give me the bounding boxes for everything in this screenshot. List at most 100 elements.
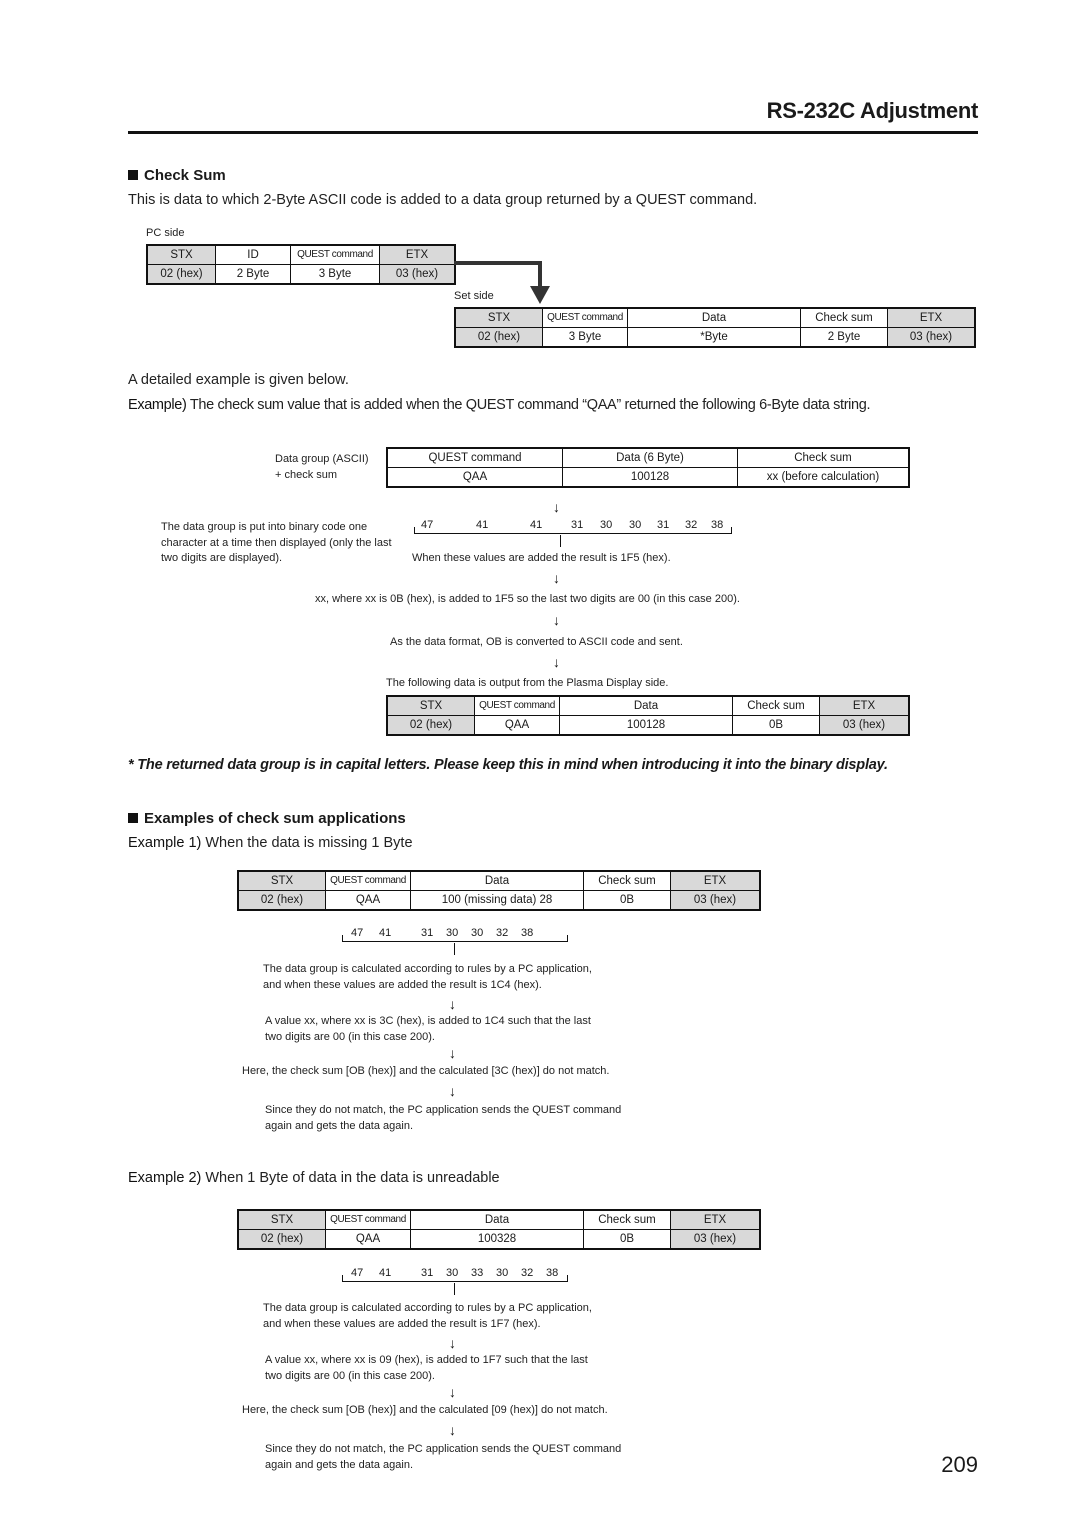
step-line: Since they do not match, the PC applicat… <box>265 1443 622 1455</box>
header-cell: Data <box>627 307 801 328</box>
example-1-step-1: A value xx, where xx is 3C (hex), is add… <box>265 1014 591 1045</box>
step-line: two digits are 00 (in this case 200). <box>265 1369 435 1382</box>
value-cell: xx (before calculation) <box>737 467 910 488</box>
hex-value: 31 <box>657 519 670 531</box>
brace-stem <box>560 535 561 547</box>
example-1-hex-values: 47 41 31 30 30 32 38 <box>342 927 570 949</box>
value-cell: 02 (hex) <box>237 890 326 911</box>
step-line: A value xx, where xx is 09 (hex), is add… <box>265 1354 588 1366</box>
example-2-step-3: Since they do not match, the PC applicat… <box>265 1442 621 1473</box>
arrow-down-icon: ↓ <box>449 1083 456 1099</box>
calc-line: The data group is calculated according t… <box>263 1302 592 1314</box>
value-cell: 03 (hex) <box>670 890 761 911</box>
step-line: Since they do not match, the PC applicat… <box>265 1104 622 1116</box>
value-cell: 02 (hex) <box>454 327 543 348</box>
section-heading-check-sum: Check Sum <box>128 167 226 184</box>
example-label: Example 1) <box>128 835 202 851</box>
header-cell: QUEST command <box>542 307 628 328</box>
example-title-text: When the data is missing 1 Byte <box>205 835 413 851</box>
arrow-down-icon: ↓ <box>449 996 456 1012</box>
brace-stem <box>454 943 455 955</box>
example-title-text: When 1 Byte of data in the data is unrea… <box>205 1170 500 1186</box>
bullet-square-icon <box>128 170 138 180</box>
header-cell: QUEST command <box>290 244 380 265</box>
example-1-table: STX QUEST command Data Check sum ETX 02 … <box>237 870 761 911</box>
hex-value: 41 <box>379 927 392 939</box>
header-cell: Data <box>410 1209 584 1230</box>
arrow-down-icon: ↓ <box>553 654 560 670</box>
bullet-square-icon <box>128 813 138 823</box>
capital-letters-note: * The returned data group is in capital … <box>128 757 888 773</box>
header-cell: Check sum <box>732 695 820 716</box>
header-cell: ETX <box>379 244 456 265</box>
hex-value: 31 <box>421 927 434 939</box>
value-cell: 02 (hex) <box>237 1229 326 1250</box>
value-cell: 3 Byte <box>290 264 380 285</box>
hex-value: 47 <box>421 519 434 531</box>
example-1-calc: The data group is calculated according t… <box>263 962 592 993</box>
value-cell: 02 (hex) <box>386 715 475 736</box>
value-cell: *Byte <box>627 327 801 348</box>
binary-note: The data group is put into binary code o… <box>161 521 392 564</box>
hex-value: 47 <box>351 927 364 939</box>
header-cell: Check sum <box>737 447 910 468</box>
header-cell: Data <box>559 695 733 716</box>
header-cell: ID <box>215 244 291 265</box>
step-2: As the data format, OB is converted to A… <box>390 636 683 648</box>
header-cell: QUEST command <box>325 1209 411 1230</box>
hex-value: 41 <box>476 519 489 531</box>
header-cell: Data (6 Byte) <box>562 447 738 468</box>
header-cell: Data <box>410 870 584 891</box>
data-group-label-line1: Data group (ASCII) <box>275 453 369 465</box>
sum-text: When these values are added the result i… <box>412 552 671 564</box>
pc-side-table: STX ID QUEST command ETX 02 (hex) 2 Byte… <box>146 244 456 285</box>
value-cell: 03 (hex) <box>819 715 910 736</box>
arrow-down-icon: ↓ <box>553 612 560 628</box>
value-cell: 100328 <box>410 1229 584 1250</box>
heading-text: Examples of check sum applications <box>144 810 406 827</box>
detail-intro: A detailed example is given below. <box>128 372 349 388</box>
step-line: two digits are 00 (in this case 200). <box>265 1030 435 1043</box>
hex-value: 38 <box>711 519 724 531</box>
example-label: Example) <box>128 397 187 413</box>
header-cell: QUEST command <box>325 870 411 891</box>
section-heading-applications: Examples of check sum applications <box>128 810 406 827</box>
header-rule <box>128 131 978 134</box>
hex-value: 30 <box>446 927 459 939</box>
value-cell: 0B <box>583 890 671 911</box>
header-cell: STX <box>386 695 475 716</box>
value-cell: QAA <box>325 890 411 911</box>
example-2-table: STX QUEST command Data Check sum ETX 02 … <box>237 1209 761 1250</box>
header-cell: ETX <box>670 1209 761 1230</box>
arrow-down-icon: ↓ <box>449 1422 456 1438</box>
value-cell: 03 (hex) <box>670 1229 761 1250</box>
page-title: RS-232C Adjustment <box>766 98 979 123</box>
calc-line: and when these values are added the resu… <box>263 1317 541 1330</box>
example-line: Example) The check sum value that is add… <box>128 397 871 413</box>
value-cell: 100128 <box>559 715 733 736</box>
hex-value: 47 <box>351 1267 364 1279</box>
hex-value: 31 <box>571 519 584 531</box>
value-cell: 02 (hex) <box>146 264 216 285</box>
calc-line: The data group is calculated according t… <box>263 963 592 975</box>
output-table: STX QUEST command Data Check sum ETX 02 … <box>386 695 910 736</box>
hex-values-group: 47 41 41 31 30 30 31 32 38 <box>414 519 732 541</box>
example-1-step-3: Since they do not match, the PC applicat… <box>265 1103 621 1134</box>
value-cell: QAA <box>474 715 560 736</box>
step-1: xx, where xx is 0B (hex), is added to 1F… <box>315 593 740 605</box>
hex-value: 38 <box>546 1267 559 1279</box>
hex-value: 33 <box>471 1267 484 1279</box>
step-line: A value xx, where xx is 3C (hex), is add… <box>265 1015 591 1027</box>
header-cell: STX <box>146 244 216 265</box>
example-2-title: Example 2) When 1 Byte of data in the da… <box>128 1170 500 1186</box>
value-cell: 2 Byte <box>215 264 291 285</box>
pc-side-label: PC side <box>146 227 185 239</box>
hex-value: 30 <box>471 927 484 939</box>
value-cell: 0B <box>732 715 820 736</box>
example-label: Example 2) <box>128 1170 202 1186</box>
hex-value: 38 <box>521 927 534 939</box>
header-cell: STX <box>237 1209 326 1230</box>
value-cell: 3 Byte <box>542 327 628 348</box>
hex-value: 30 <box>446 1267 459 1279</box>
step-3: The following data is output from the Pl… <box>386 677 669 689</box>
